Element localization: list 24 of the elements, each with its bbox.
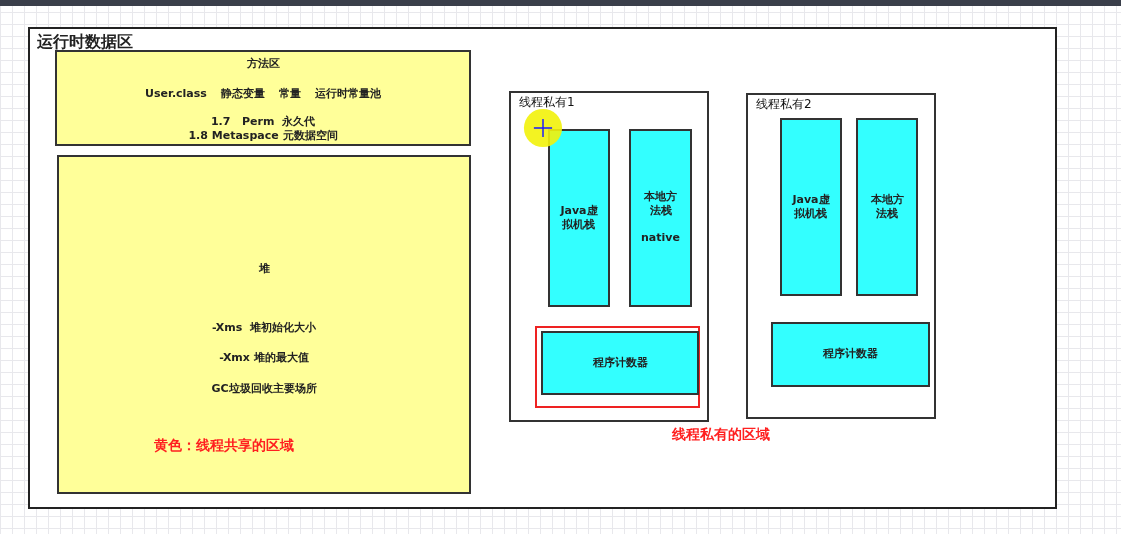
heap-line: -Xmx 堆的最大值 <box>219 350 309 366</box>
diagram-title: 运行时数据区 <box>37 31 133 53</box>
heap-line: -Xms 堆初始化大小 <box>212 319 316 336</box>
method-area-item: User.class <box>145 85 207 102</box>
heap-title: 堆 <box>258 261 270 277</box>
method-area-item: 运行时常量池 <box>314 85 381 102</box>
stack-note: native <box>641 229 680 246</box>
stack-label: 本地方 法栈 <box>644 189 677 218</box>
method-area-title: 方法区 <box>246 56 280 72</box>
stack-label: 本地方 法栈 <box>870 193 904 221</box>
stack-label: Java虚 拟机栈 <box>792 193 830 221</box>
counter-label: 程序计数器 <box>592 354 648 371</box>
heap-line: GC垃圾回收主要场所 <box>211 380 317 397</box>
private-region-note: 线程私有的区域 <box>672 425 770 444</box>
shared-region-note: 黄色：线程共享的区域 <box>154 436 294 455</box>
stack-label: Java虚 拟机栈 <box>560 204 598 232</box>
counter-label: 程序计数器 <box>823 346 878 363</box>
method-area-item: 常量 <box>278 85 301 102</box>
cursor-highlight-icon <box>523 108 563 148</box>
version-line: 1.7 Perm 永久代 <box>210 115 315 129</box>
thread-label: 线程私有2 <box>756 96 812 113</box>
version-line: 1.8 Metaspace 元数据空间 <box>188 129 338 143</box>
thread-label: 线程私有1 <box>519 94 575 111</box>
method-area-item: 静态变量 <box>220 85 265 102</box>
